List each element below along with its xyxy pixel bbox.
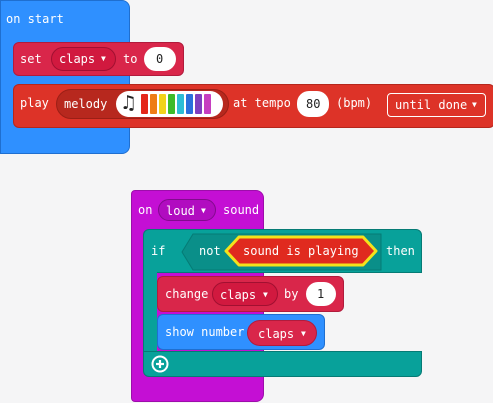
set-value-input[interactable]: 0 xyxy=(144,47,176,71)
if-block-footer[interactable] xyxy=(143,351,422,377)
set-to-label: to xyxy=(123,52,138,66)
music-note-icon: ♫ xyxy=(120,92,138,114)
chevron-down-icon: ▼ xyxy=(263,290,268,299)
tempo-input[interactable]: 80 xyxy=(297,91,329,117)
on-keyword: on xyxy=(138,203,153,217)
change-by-label: by xyxy=(284,287,299,301)
on-start-label: on start xyxy=(6,12,64,26)
melody-note-bar xyxy=(195,94,202,114)
melody-note-bar xyxy=(150,94,157,114)
condition-label: sound is playing xyxy=(243,244,359,258)
sound-keyword: sound xyxy=(223,203,260,217)
if-keyword: if xyxy=(151,244,166,258)
change-keyword: change xyxy=(165,287,209,301)
set-variable-dropdown[interactable]: claps ▼ xyxy=(51,47,116,71)
tempo-label: at tempo xyxy=(233,96,291,110)
melody-note-bar xyxy=(141,94,148,114)
tempo-unit-label: (bpm) xyxy=(336,96,373,110)
not-keyword: not xyxy=(199,244,221,258)
change-value: 1 xyxy=(317,287,325,301)
sound-event-value: loud xyxy=(166,204,195,218)
melody-note-bar xyxy=(204,94,211,114)
play-keyword: play xyxy=(20,96,49,110)
show-number-variable-reporter[interactable]: claps ▼ xyxy=(247,320,317,346)
melody-label: melody xyxy=(64,97,108,111)
melody-editor-field[interactable]: ♫ xyxy=(116,91,223,117)
melody-note-bar xyxy=(177,94,184,114)
change-variable-name: claps xyxy=(220,288,257,302)
play-mode-value: until done xyxy=(395,98,468,112)
change-variable-dropdown[interactable]: claps ▼ xyxy=(212,282,278,306)
play-mode-dropdown[interactable]: until done ▼ xyxy=(387,93,486,117)
chevron-down-icon: ▼ xyxy=(472,100,477,109)
show-number-variable-name: claps xyxy=(258,327,295,341)
melody-note-bar xyxy=(159,94,166,114)
sound-event-dropdown[interactable]: loud ▼ xyxy=(158,199,216,221)
add-else-icon[interactable] xyxy=(151,355,169,373)
tempo-value: 80 xyxy=(306,97,321,111)
chevron-down-icon: ▼ xyxy=(101,54,106,63)
set-value: 0 xyxy=(156,52,164,66)
melody-note-bar xyxy=(168,94,175,114)
then-keyword: then xyxy=(386,244,415,258)
set-keyword: set xyxy=(20,52,42,66)
chevron-down-icon: ▼ xyxy=(301,329,306,338)
set-variable-name: claps xyxy=(59,52,96,66)
change-value-input[interactable]: 1 xyxy=(306,282,336,306)
melody-note-bar xyxy=(186,94,193,114)
if-block-arm xyxy=(143,272,157,352)
show-number-keyword: show number xyxy=(165,325,245,339)
chevron-down-icon: ▼ xyxy=(201,206,206,215)
